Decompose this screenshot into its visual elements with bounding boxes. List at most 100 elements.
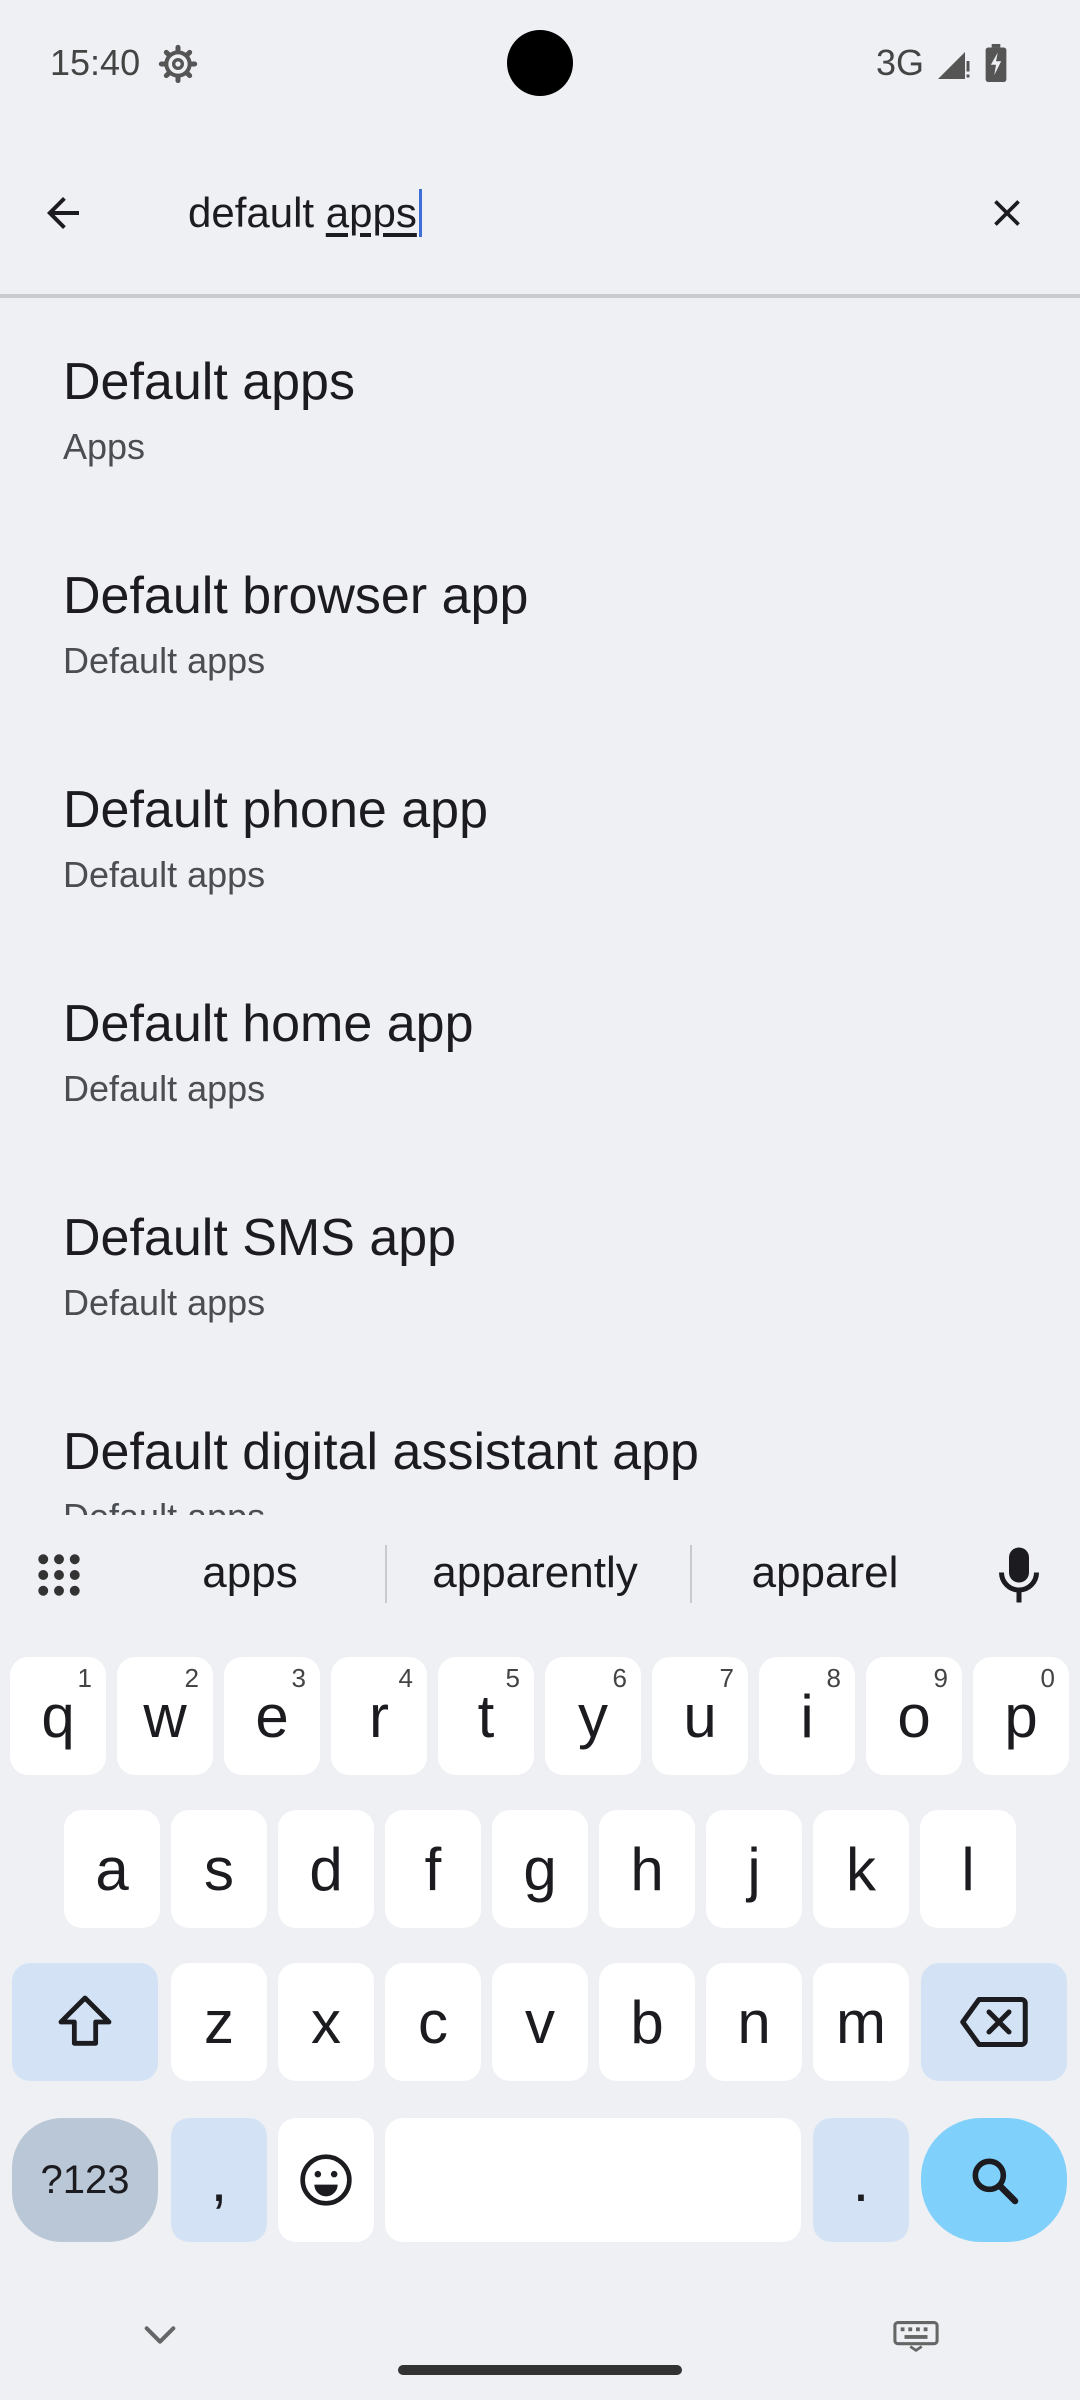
key-x[interactable]: x: [278, 1963, 374, 2081]
key-j[interactable]: j: [706, 1810, 802, 1928]
suggestion-apparently[interactable]: apparently: [395, 1548, 675, 1598]
key-label: q: [41, 1682, 75, 1750]
key-d[interactable]: d: [278, 1810, 374, 1928]
shift-icon: [58, 1995, 112, 2046]
network-type: 3G: [876, 42, 925, 83]
key-label: m: [836, 1988, 886, 2056]
key-hint: 0: [1040, 1663, 1055, 1693]
battery-icon: [985, 44, 1007, 82]
symbols-key[interactable]: ?123: [12, 2118, 158, 2242]
result-subtitle: Default apps: [63, 1496, 265, 1515]
key-y[interactable]: y6: [545, 1657, 641, 1775]
result-subtitle: Default apps: [63, 640, 266, 681]
key-p[interactable]: p0: [973, 1657, 1069, 1775]
key-w[interactable]: w2: [117, 1657, 213, 1775]
search-key[interactable]: [921, 2118, 1067, 2242]
key-m[interactable]: m: [813, 1963, 909, 2081]
key-label: u: [683, 1682, 717, 1750]
list-item[interactable]: Default digital assistant app Default ap…: [0, 1368, 1080, 1515]
key-t[interactable]: t5: [438, 1657, 534, 1775]
space-key[interactable]: [385, 2118, 801, 2242]
key-label: n: [737, 1988, 771, 2056]
result-title: Default digital assistant app: [63, 1423, 699, 1481]
key-label: .: [852, 2146, 870, 2214]
emoji-key[interactable]: [278, 2118, 374, 2242]
key-e[interactable]: e3: [224, 1657, 320, 1775]
status-time: 15:40: [50, 42, 141, 83]
key-c[interactable]: c: [385, 1963, 481, 2081]
key-label: s: [204, 1835, 234, 1903]
result-subtitle: Default apps: [63, 1068, 266, 1109]
key-label: t: [477, 1682, 495, 1750]
key-u[interactable]: u7: [652, 1657, 748, 1775]
suggestion-apps[interactable]: apps: [150, 1548, 350, 1598]
gesture-nav-handle[interactable]: [398, 2365, 682, 2375]
key-z[interactable]: z: [171, 1963, 267, 2081]
clear-search-button[interactable]: [934, 150, 1080, 276]
key-hint: 7: [719, 1663, 734, 1693]
key-label: b: [630, 1988, 664, 2056]
key-hint: 8: [826, 1663, 841, 1693]
camera-cutout: [507, 30, 573, 96]
list-item[interactable]: Default phone app Default apps: [0, 726, 1080, 940]
key-k[interactable]: k: [813, 1810, 909, 1928]
key-f[interactable]: f: [385, 1810, 481, 1928]
key-label: p: [1004, 1682, 1038, 1750]
list-item[interactable]: Default SMS app Default apps: [0, 1154, 1080, 1368]
key-v[interactable]: v: [492, 1963, 588, 2081]
key-r[interactable]: r4: [331, 1657, 427, 1775]
key-label: g: [523, 1835, 557, 1903]
key-label: e: [255, 1682, 289, 1750]
key-label: c: [418, 1988, 448, 2056]
keyboard: [0, 1515, 1080, 2400]
key-label: j: [747, 1835, 761, 1903]
search-icon: [972, 2158, 1019, 2205]
shift-key[interactable]: [12, 1963, 158, 2081]
key-h[interactable]: h: [599, 1810, 695, 1928]
key-n[interactable]: n: [706, 1963, 802, 2081]
key-label: z: [204, 1988, 234, 2056]
key-a[interactable]: a: [64, 1810, 160, 1928]
key-label: a: [95, 1835, 129, 1903]
comma-key[interactable]: ,: [171, 2118, 267, 2242]
key-o[interactable]: o9: [866, 1657, 962, 1775]
key-i[interactable]: i8: [759, 1657, 855, 1775]
key-hint: 9: [933, 1663, 948, 1693]
key-label: w: [143, 1682, 187, 1750]
key-q[interactable]: q1: [10, 1657, 106, 1775]
list-item[interactable]: Default apps Apps: [0, 298, 1080, 512]
result-subtitle: Apps: [63, 426, 146, 467]
suggestion-apparel[interactable]: apparel: [700, 1548, 950, 1598]
close-icon: [994, 200, 1020, 226]
key-label: ,: [210, 2146, 228, 2214]
signal-icon: [938, 52, 970, 79]
list-item[interactable]: Default browser app Default apps: [0, 512, 1080, 726]
keyboard-switch-icon[interactable]: [893, 2320, 939, 2352]
search-query-prefix: default: [188, 189, 326, 236]
key-hint: 6: [612, 1663, 627, 1693]
key-l[interactable]: l: [920, 1810, 1016, 1928]
arrow-back-icon: [47, 196, 79, 229]
microphone-icon[interactable]: [994, 1545, 1044, 1605]
key-hint: 4: [398, 1663, 413, 1693]
key-s[interactable]: s: [171, 1810, 267, 1928]
key-label: k: [846, 1835, 876, 1903]
results-list: Default apps Apps Default browser app De…: [0, 298, 1080, 1515]
search-input[interactable]: default apps: [126, 150, 932, 276]
result-title: Default browser app: [63, 567, 529, 625]
apps-grid-icon[interactable]: [32, 1548, 86, 1602]
period-key[interactable]: .: [813, 2118, 909, 2242]
key-hint: 5: [505, 1663, 520, 1693]
suggestion-divider: [385, 1545, 387, 1603]
chevron-down-icon[interactable]: [140, 2320, 180, 2350]
key-label: x: [311, 1988, 341, 2056]
search-query-current-word: apps: [325, 189, 417, 236]
result-title: Default home app: [63, 995, 474, 1053]
back-button[interactable]: [0, 140, 126, 285]
backspace-icon: [960, 1997, 1028, 2047]
key-hint: 1: [77, 1663, 92, 1693]
list-item[interactable]: Default home app Default apps: [0, 940, 1080, 1154]
key-g[interactable]: g: [492, 1810, 588, 1928]
key-b[interactable]: b: [599, 1963, 695, 2081]
backspace-key[interactable]: [921, 1963, 1067, 2081]
